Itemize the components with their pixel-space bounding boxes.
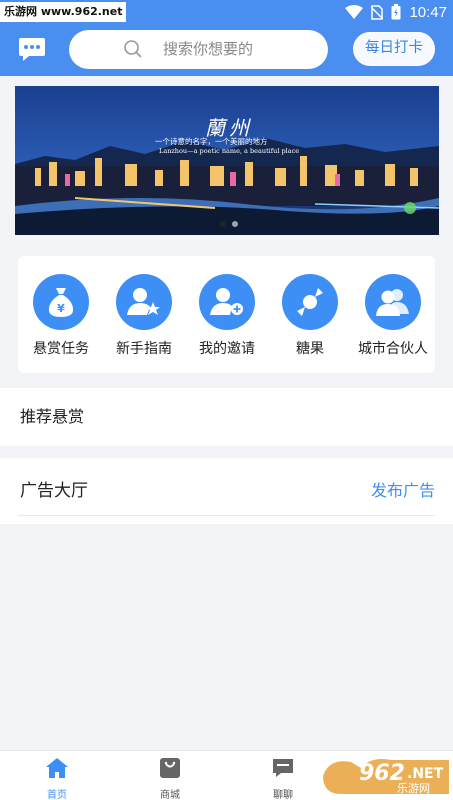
carousel-indicator: [220, 221, 238, 227]
menu-item-candy[interactable]: 糖果: [270, 274, 350, 358]
candy-icon: [282, 274, 338, 330]
quick-menu: ¥ 悬赏任务 新手指南 我的邀请 糖果 城市合伙人: [18, 256, 435, 373]
watermark-label: 乐游网 www.962.net: [0, 2, 127, 22]
user-star-icon: [116, 274, 172, 330]
svg-text:¥: ¥: [57, 302, 65, 315]
banner-subtitle: 一个诗意的名字，一个美丽的地方: [155, 137, 268, 146]
chat-icon: [273, 759, 293, 777]
menu-label: 新手指南: [116, 341, 172, 357]
search-bar[interactable]: 搜索你想要的: [69, 30, 328, 69]
menu-item-beginner-guide[interactable]: 新手指南: [104, 274, 184, 358]
status-bar: 乐游网 www.962.net 10:47: [0, 0, 453, 24]
daily-checkin-button[interactable]: 每日打卡: [353, 32, 435, 66]
watermark-logo: 962 .NET 乐游网: [323, 759, 449, 795]
menu-item-bounty-tasks[interactable]: ¥ 悬赏任务: [21, 274, 101, 358]
tab-chat[interactable]: 聊聊: [253, 757, 313, 800]
search-icon: [124, 40, 142, 58]
menu-label: 城市合伙人: [358, 341, 428, 357]
carousel-dot: [220, 221, 226, 227]
clock: 10:47: [409, 3, 447, 21]
menu-label: 悬赏任务: [33, 341, 89, 357]
header: 搜索你想要的 每日打卡: [0, 24, 453, 76]
section-title: 推荐悬赏: [20, 407, 85, 426]
banner-image: [15, 86, 439, 235]
users-icon: [365, 274, 421, 330]
user-add-icon: [199, 274, 255, 330]
status-icons: 10:47: [345, 0, 447, 24]
battery-charging-icon: [391, 4, 401, 20]
ad-hall-section: 广告大厅 发布广告: [0, 458, 453, 524]
wifi-icon: [345, 5, 364, 19]
svg-text:乐游网: 乐游网: [397, 782, 430, 795]
banner-subtitle-en: Lanzhou—a poetic name, a beautiful place: [159, 147, 300, 155]
recommended-bounties-section: 推荐悬赏: [0, 388, 453, 446]
tab-home[interactable]: 首页: [27, 757, 87, 800]
tab-label: 聊聊: [273, 790, 293, 800]
banner-carousel[interactable]: 蘭州 一个诗意的名字，一个美丽的地方 Lanzhou—a poetic name…: [15, 86, 439, 235]
menu-label: 糖果: [296, 341, 324, 357]
home-icon: [46, 758, 68, 778]
divider: [18, 515, 435, 516]
message-icon[interactable]: [18, 36, 46, 62]
menu-item-my-invites[interactable]: 我的邀请: [187, 274, 267, 358]
money-bag-icon: ¥: [33, 274, 89, 330]
menu-label: 我的邀请: [199, 341, 255, 357]
tab-label: 首页: [47, 790, 67, 800]
carousel-dot: [232, 221, 238, 227]
bottom-tab-bar: 首页 商城 聊聊 962 .NET 乐游网: [0, 750, 453, 800]
no-sim-icon: [371, 4, 384, 20]
tab-shop[interactable]: 商城: [140, 757, 200, 800]
search-placeholder: 搜索你想要的: [163, 40, 254, 58]
svg-text:.NET: .NET: [407, 766, 444, 782]
shop-bag-icon: [160, 758, 180, 778]
menu-item-city-partner[interactable]: 城市合伙人: [353, 274, 433, 358]
tab-label: 商城: [160, 790, 180, 800]
